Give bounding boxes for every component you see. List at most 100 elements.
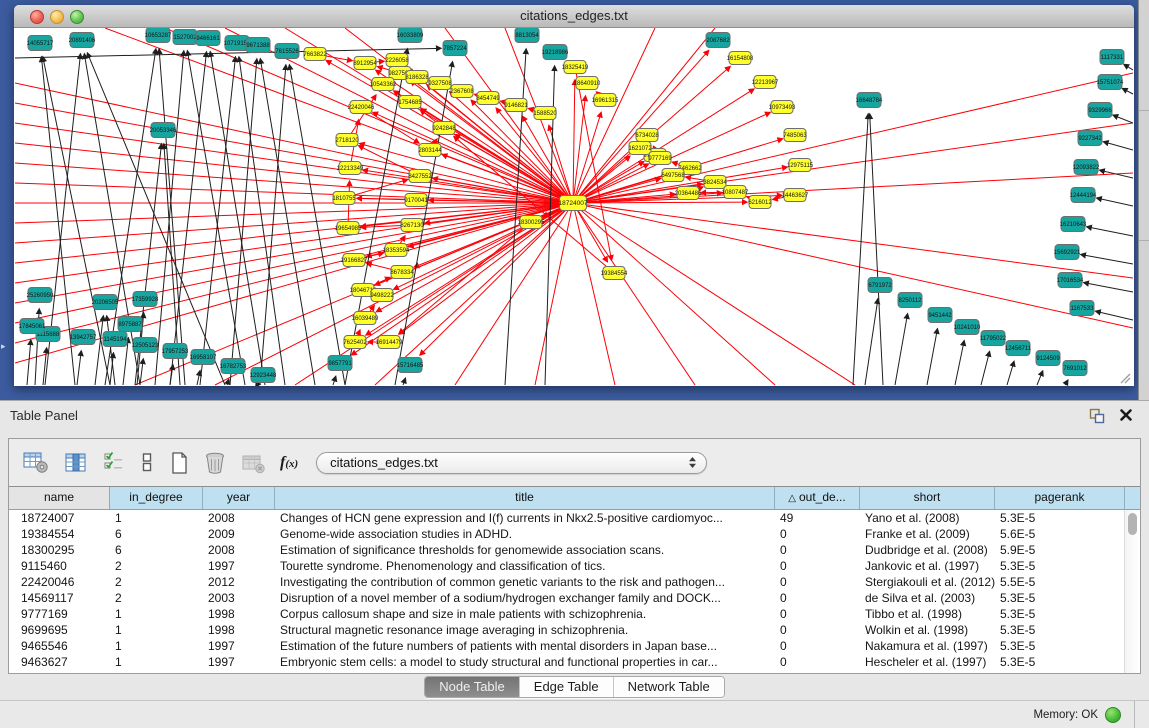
black-edge[interactable] (865, 299, 878, 385)
network-graph[interactable]: 1405571720891406106532871527002946616110… (15, 28, 1133, 386)
graph-node-yellow[interactable]: 18353594 (383, 244, 410, 257)
red-edge[interactable] (454, 136, 614, 273)
black-edge[interactable] (1084, 283, 1133, 292)
graph-node-teal[interactable]: 16033809 (397, 28, 424, 43)
graph-node-yellow[interactable]: 19384554 (601, 267, 628, 280)
graph-node-teal[interactable]: 10653287 (145, 28, 172, 43)
red-edge[interactable] (376, 70, 573, 203)
graph-node-teal[interactable]: 20206505 (92, 295, 119, 310)
black-edge[interactable] (170, 52, 206, 385)
zoom-window-button[interactable] (70, 10, 84, 24)
graph-node-yellow[interactable]: 3824534 (703, 176, 727, 189)
red-edge[interactable] (573, 203, 1133, 278)
graph-node-yellow[interactable]: 12213349 (337, 162, 364, 175)
table-row[interactable]: 911546021997Tourette syndrome. Phenomeno… (9, 558, 1140, 574)
black-edge[interactable] (1081, 255, 1133, 264)
graph-node-yellow[interactable]: 12975115 (787, 159, 814, 172)
column-header-pagerank[interactable]: pagerank (995, 487, 1125, 509)
black-edge[interactable] (1097, 198, 1133, 206)
graph-node-teal[interactable]: 9124509 (1036, 351, 1060, 366)
black-edge[interactable] (1124, 64, 1133, 70)
graph-node-yellow[interactable]: 1588520 (533, 107, 557, 120)
graph-node-yellow[interactable]: 7625402 (343, 336, 367, 349)
graph-node-teal[interactable]: 7615526 (275, 44, 299, 59)
graph-node-yellow[interactable]: 10973493 (769, 101, 796, 114)
graph-node-yellow[interactable]: 2226058 (385, 54, 409, 67)
graph-node-yellow[interactable]: 16961315 (592, 94, 619, 107)
table-row[interactable]: 1872400712008Changes of HCN gene express… (9, 510, 1140, 526)
column-header-year[interactable]: year (203, 487, 275, 509)
graph-node-teal[interactable]: 8813054 (515, 28, 539, 43)
graph-node-teal[interactable]: 12093822 (1073, 160, 1100, 175)
table-body[interactable]: 1872400712008Changes of HCN gene express… (9, 510, 1140, 673)
show-columns-icon[interactable] (64, 452, 88, 474)
memory-ok-indicator-icon[interactable] (1105, 707, 1121, 723)
red-edge[interactable] (15, 183, 573, 203)
table-selector-dropdown[interactable]: citations_edges.txt (316, 452, 707, 474)
graph-node-teal[interactable]: 16210643 (1060, 217, 1087, 232)
black-edge[interactable] (333, 376, 336, 385)
graph-node-yellow[interactable]: 1621072 (628, 142, 652, 155)
black-edge[interactable] (981, 352, 990, 385)
graph-node-yellow[interactable]: 6734028 (635, 129, 659, 142)
graph-node-teal[interactable]: 9227342 (1078, 131, 1102, 146)
black-edge[interactable] (227, 379, 229, 385)
table-row[interactable]: 1938455462009Genome-wide association stu… (9, 526, 1140, 542)
black-edge[interactable] (955, 341, 964, 385)
select-columns-icon[interactable] (103, 451, 125, 474)
graph-node-yellow[interactable]: 16914479 (376, 336, 403, 349)
graph-node-yellow[interactable]: 8678334 (390, 266, 414, 279)
graph-node-yellow[interactable]: 6216012 (748, 196, 772, 209)
table-row[interactable]: 946554611997Estimation of the future num… (9, 638, 1140, 654)
column-header-name[interactable]: name (9, 487, 110, 509)
scrollbar-thumb[interactable] (1128, 513, 1137, 535)
new-column-icon[interactable] (169, 451, 189, 475)
graph-node-yellow[interactable]: 18640910 (574, 77, 601, 90)
table-row[interactable]: 1456911722003Disruption of a novel membe… (9, 590, 1140, 606)
red-edge[interactable] (165, 28, 573, 203)
black-edge[interactable] (403, 378, 405, 385)
black-edge[interactable] (927, 329, 937, 385)
graph-node-yellow[interactable]: 7485063 (783, 129, 807, 142)
graph-node-teal[interactable]: 1527002 (173, 30, 197, 45)
graph-node-yellow[interactable]: 8267130 (400, 219, 424, 232)
table-mode-icon[interactable] (23, 451, 49, 474)
column-header-short[interactable]: short (860, 487, 995, 509)
graph-node-teal[interactable]: 15716485 (397, 358, 424, 373)
graph-node-yellow[interactable]: 19654985 (335, 222, 362, 235)
graph-node-teal[interactable]: 9329966 (1088, 103, 1112, 118)
black-edge[interactable] (140, 359, 143, 385)
column-header-title[interactable]: title (275, 487, 775, 509)
graph-node-teal[interactable]: 10241010 (954, 320, 981, 335)
red-edge[interactable] (573, 203, 1133, 328)
resize-grip-icon[interactable] (1119, 372, 1131, 384)
black-edge[interactable] (1113, 115, 1133, 123)
graph-node-teal[interactable]: 9466161 (196, 31, 220, 46)
float-window-icon[interactable] (1089, 408, 1105, 424)
table-row[interactable]: 1830029562008Estimation of significance … (9, 542, 1140, 558)
black-edge[interactable] (1007, 361, 1014, 385)
red-edge[interactable] (15, 203, 573, 343)
red-edge[interactable] (573, 203, 695, 385)
graph-node-teal[interactable]: 13942757 (70, 330, 97, 345)
graph-node-teal[interactable]: 16782753 (220, 359, 247, 374)
black-edge[interactable] (1103, 142, 1133, 150)
black-edge[interactable] (200, 57, 235, 385)
graph-node-teal[interactable]: 9857791 (328, 356, 352, 371)
black-edge[interactable] (77, 351, 81, 385)
red-edge[interactable] (15, 163, 573, 203)
red-edge[interactable] (15, 203, 573, 363)
black-edge[interactable] (256, 385, 257, 386)
red-edge[interactable] (15, 203, 573, 223)
table-row[interactable]: 969969511998Structural magnetic resonanc… (9, 622, 1140, 638)
graph-node-yellow[interactable]: 8427552 (408, 170, 432, 183)
graph-node-teal[interactable]: 1117331 (1100, 50, 1124, 65)
graph-node-teal[interactable]: 9671388 (246, 38, 270, 53)
graph-node-teal[interactable]: 12505123 (132, 338, 159, 353)
graph-node-teal[interactable]: 17016534 (1057, 273, 1084, 288)
table-row[interactable]: 2242004622012Investigating the contribut… (9, 574, 1140, 590)
graph-node-yellow[interactable]: 2718120 (335, 134, 359, 147)
graph-node-yellow[interactable]: 9242848 (432, 122, 456, 135)
function-builder-icon[interactable]: f(x) (280, 454, 298, 472)
graph-node-yellow[interactable]: 18325419 (562, 61, 589, 74)
